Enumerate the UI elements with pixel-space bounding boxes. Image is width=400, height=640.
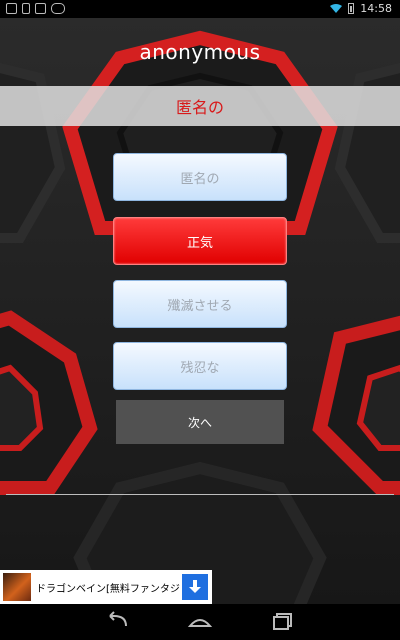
back-icon[interactable] — [102, 610, 132, 634]
ad-text: ドラゴンベイン[無料ファンタジー... — [36, 583, 180, 595]
action-bar: anonymous — [0, 18, 400, 86]
recent-apps-icon[interactable] — [268, 610, 298, 634]
home-icon[interactable] — [185, 610, 215, 634]
question-banner: 匿名の — [0, 86, 400, 126]
question-word: 匿名の — [175, 98, 224, 117]
status-time: 14:58 — [360, 2, 392, 15]
download-icon — [189, 580, 201, 593]
app-title: anonymous — [139, 40, 261, 64]
answer-option-1[interactable]: 匿名の — [113, 153, 287, 201]
battery-icon — [348, 3, 355, 14]
next-button-label: 次へ — [187, 415, 212, 430]
status-bar: 14:58 — [0, 0, 400, 18]
next-button[interactable]: 次へ — [116, 400, 284, 444]
navigation-bar — [0, 604, 400, 640]
answer-option-label: 殲滅させる — [167, 298, 233, 314]
answer-option-label: 正気 — [186, 235, 213, 251]
answer-option-label: 匿名の — [180, 171, 220, 187]
game-controller-icon — [51, 3, 65, 14]
phone-icon — [22, 3, 30, 14]
answer-option-4[interactable]: 残忍な — [113, 342, 287, 390]
ad-thumbnail — [3, 573, 31, 601]
image-icon — [6, 3, 17, 14]
wifi-icon — [330, 3, 343, 13]
answer-option-3[interactable]: 殲滅させる — [113, 280, 287, 328]
notification-icons — [6, 3, 65, 14]
app-screen: anonymous 匿名の 匿名の 正気 殲滅させる 残忍な 次へ ドラゴンベイ… — [0, 18, 400, 604]
ad-banner[interactable]: ドラゴンベイン[無料ファンタジー... — [0, 570, 212, 604]
divider — [6, 494, 394, 495]
answer-option-2[interactable]: 正気 — [113, 217, 287, 265]
play-icon — [35, 3, 46, 14]
download-button[interactable] — [182, 574, 208, 600]
answer-option-label: 残忍な — [180, 360, 220, 376]
